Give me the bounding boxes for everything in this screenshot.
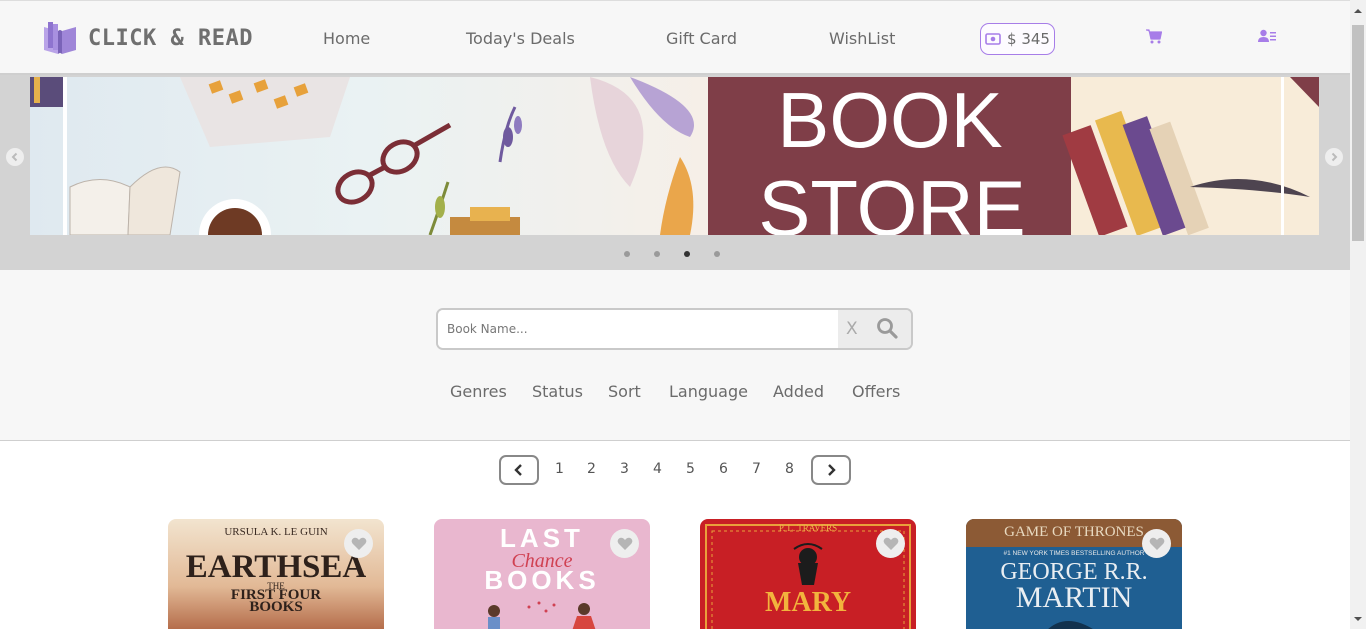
nav-todays-deals[interactable]: Today's Deals bbox=[466, 29, 575, 48]
book-subtitle: BOOKS bbox=[249, 599, 302, 615]
filter-status[interactable]: Status bbox=[532, 382, 583, 401]
search-bar: X bbox=[436, 308, 913, 350]
book-author: MARTIN bbox=[1016, 581, 1133, 614]
heart-icon bbox=[883, 537, 898, 550]
bookstore-banner-illustration: BOOK STORE bbox=[30, 77, 1319, 235]
book-logo-icon bbox=[44, 22, 76, 54]
filter-added[interactable]: Added bbox=[773, 382, 824, 401]
wishlist-button[interactable] bbox=[344, 529, 373, 558]
carousel-dot-4[interactable] bbox=[714, 251, 720, 257]
book-card[interactable]: URSULA K. LE GUIN EARTHSEA THE FIRST FOU… bbox=[168, 519, 384, 629]
filter-section: X Genres Status Sort Language Added Offe… bbox=[0, 270, 1350, 441]
search-actions: X bbox=[838, 310, 911, 348]
logo-text: CLICK & READ bbox=[88, 25, 253, 51]
search-icon[interactable] bbox=[876, 317, 898, 339]
heart-icon bbox=[351, 537, 366, 550]
banner-title-book: BOOK bbox=[777, 77, 1002, 164]
book-author: URSULA K. LE GUIN bbox=[224, 526, 327, 538]
scroll-down-arrow-icon[interactable] bbox=[1350, 612, 1366, 626]
nav-gift-card[interactable]: Gift Card bbox=[666, 29, 737, 48]
book-card[interactable]: LAST Chance BOOKS bbox=[434, 519, 650, 629]
chevron-right-icon bbox=[1331, 152, 1338, 162]
page-8[interactable]: 8 bbox=[785, 461, 794, 477]
cart-icon[interactable] bbox=[1146, 29, 1162, 44]
book-series: GAME OF THRONES bbox=[1004, 524, 1144, 540]
page-6[interactable]: 6 bbox=[719, 461, 728, 477]
heart-icon bbox=[617, 537, 632, 550]
book-card[interactable]: GAME OF THRONES #1 NEW YORK TIMES BESTSE… bbox=[966, 519, 1182, 629]
book-tagline: #1 NEW YORK TIMES BESTSELLING AUTHOR bbox=[1004, 550, 1145, 557]
clear-search-button[interactable]: X bbox=[846, 319, 858, 339]
heart-icon bbox=[1149, 537, 1164, 550]
page-7[interactable]: 7 bbox=[752, 461, 761, 477]
page-3[interactable]: 3 bbox=[620, 461, 629, 477]
page-2[interactable]: 2 bbox=[587, 461, 596, 477]
wallet-balance-button[interactable]: $ 345 bbox=[980, 23, 1055, 55]
top-header: CLICK & READ Home Today's Deals Gift Car… bbox=[0, 0, 1350, 75]
carousel-next-button[interactable] bbox=[1325, 148, 1343, 166]
carousel-dot-1[interactable] bbox=[624, 251, 630, 257]
wishlist-button[interactable] bbox=[1142, 529, 1171, 558]
search-input[interactable] bbox=[438, 310, 838, 348]
banner-carousel: BOOK STORE bbox=[0, 75, 1350, 270]
chevron-left-icon bbox=[11, 152, 18, 162]
carousel-indicators bbox=[624, 251, 720, 257]
user-profile-icon[interactable] bbox=[1258, 29, 1276, 43]
filter-offers[interactable]: Offers bbox=[852, 382, 900, 401]
page-4[interactable]: 4 bbox=[653, 461, 662, 477]
filter-genres[interactable]: Genres bbox=[450, 382, 507, 401]
filter-sort[interactable]: Sort bbox=[608, 382, 641, 401]
scroll-up-arrow-icon[interactable] bbox=[1350, 4, 1366, 18]
nav-home[interactable]: Home bbox=[323, 29, 370, 48]
carousel-dot-2[interactable] bbox=[654, 251, 660, 257]
scrollbar-thumb[interactable] bbox=[1352, 25, 1364, 241]
chevron-right-icon bbox=[828, 464, 836, 476]
banner-title-store: STORE bbox=[758, 164, 1025, 235]
carousel-prev-button[interactable] bbox=[6, 148, 24, 166]
logo[interactable]: CLICK & READ bbox=[42, 21, 253, 55]
wishlist-button[interactable] bbox=[610, 529, 639, 558]
book-author: P. L. TRAVERS bbox=[779, 523, 837, 533]
book-card[interactable]: P. L. TRAVERS MARY bbox=[700, 519, 916, 629]
carousel-dot-3[interactable] bbox=[684, 251, 690, 257]
page-scrollbar[interactable] bbox=[1350, 0, 1366, 629]
book-title: MARY bbox=[765, 587, 851, 618]
wishlist-button[interactable] bbox=[876, 529, 905, 558]
filter-language[interactable]: Language bbox=[669, 382, 748, 401]
page-5[interactable]: 5 bbox=[686, 461, 695, 477]
book-title: LAST bbox=[500, 523, 584, 553]
prev-page-button[interactable] bbox=[499, 455, 539, 485]
book-title: EARTHSEA bbox=[186, 549, 367, 585]
nav-wishlist[interactable]: WishList bbox=[829, 29, 895, 48]
money-icon bbox=[985, 33, 1001, 45]
balance-amount: $ 345 bbox=[1007, 30, 1050, 48]
page-1[interactable]: 1 bbox=[555, 461, 564, 477]
chevron-left-icon bbox=[514, 464, 522, 476]
banner-slide[interactable]: BOOK STORE bbox=[30, 77, 1319, 235]
next-page-button[interactable] bbox=[811, 455, 851, 485]
book-title: BOOKS bbox=[484, 565, 599, 595]
